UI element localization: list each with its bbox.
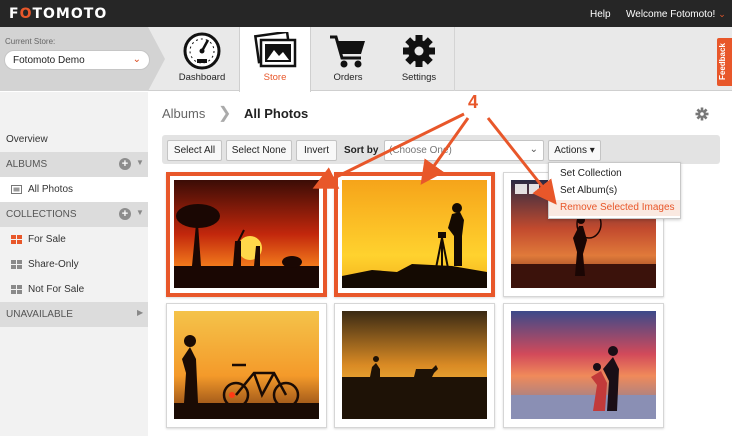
- page-title: All Photos: [244, 106, 309, 121]
- photo-card[interactable]: [503, 303, 664, 428]
- sidebar-item-all-photos[interactable]: All Photos: [0, 177, 148, 202]
- sidebar-section-unavailable[interactable]: UNAVAILABLE ▶: [0, 302, 148, 327]
- album-icon: [11, 185, 22, 194]
- sidebar-item-overview[interactable]: Overview: [0, 127, 148, 152]
- add-collection-icon[interactable]: +: [119, 208, 131, 220]
- sidebar-section-albums[interactable]: ALBUMS + ▼: [0, 152, 148, 177]
- cart-icon: [330, 35, 365, 68]
- gauge-icon: [183, 32, 221, 70]
- photo-card[interactable]: [334, 172, 495, 297]
- actions-button[interactable]: Actions ▾: [548, 140, 601, 161]
- photo-bicycle-sunset: [174, 311, 319, 419]
- sidebar-section-collections[interactable]: COLLECTIONS + ▼: [0, 202, 148, 227]
- chevron-down-icon: ⌄: [718, 9, 726, 19]
- sort-by-select[interactable]: (Choose One) ⌄: [384, 140, 544, 161]
- photo-card[interactable]: [166, 303, 327, 428]
- add-album-icon[interactable]: +: [119, 158, 131, 170]
- menu-item-set-albums[interactable]: Set Album(s): [549, 183, 680, 199]
- gear-icon: [403, 35, 435, 67]
- dropdown-arrow-icon[interactable]: ▼: [136, 158, 144, 167]
- sidebar-item-not-for-sale[interactable]: Not For Sale: [0, 277, 148, 302]
- tab-settings[interactable]: Settings: [386, 27, 452, 91]
- chevron-right-icon: ▶: [137, 308, 144, 317]
- settings-gear-icon[interactable]: [695, 107, 709, 121]
- help-link[interactable]: Help: [590, 9, 611, 20]
- photo-photographer-silhouette: [342, 180, 487, 288]
- photo-safari-sunset: [174, 180, 319, 288]
- chevron-down-icon: ⌄: [529, 144, 538, 155]
- breadcrumb-chevron-icon: ❯: [218, 105, 232, 122]
- photo-card[interactable]: [166, 172, 327, 297]
- invert-button[interactable]: Invert: [296, 140, 337, 161]
- current-store-label: Current Store:: [5, 37, 56, 46]
- actions-menu: Set Collection Set Album(s) Remove Selec…: [548, 162, 681, 219]
- feedback-tab[interactable]: Feedback: [717, 38, 732, 86]
- sidebar-item-share-only[interactable]: Share-Only: [0, 252, 148, 277]
- select-all-button[interactable]: Select All: [167, 140, 222, 161]
- store-select-value: Fotomoto Demo: [13, 55, 85, 66]
- sort-by-label: Sort by: [344, 145, 379, 156]
- fotomoto-logo[interactable]: FOTOMOTO: [9, 6, 107, 22]
- chevron-down-icon: ⌄: [132, 54, 141, 65]
- tab-orders[interactable]: Orders: [316, 27, 380, 91]
- photo-dog-runner: [342, 311, 487, 419]
- for-sale-grid-icon: [11, 235, 22, 244]
- store-select[interactable]: Fotomoto Demo ⌄: [4, 50, 150, 70]
- top-bar: [0, 0, 732, 27]
- nav-separator: [454, 27, 455, 91]
- share-only-grid-icon: [11, 260, 22, 269]
- tab-store[interactable]: Store: [239, 27, 311, 92]
- annotation-step-number: 4: [468, 92, 479, 112]
- photos-icon: [253, 32, 297, 68]
- dropdown-arrow-icon[interactable]: ▼: [136, 208, 144, 217]
- welcome-menu[interactable]: Welcome Fotomoto! ⌄: [626, 9, 726, 20]
- tab-dashboard[interactable]: Dashboard: [170, 27, 234, 91]
- photo-couple-beach: [511, 311, 656, 419]
- sort-by-value: (Choose One): [389, 145, 452, 156]
- sidebar-item-for-sale[interactable]: For Sale: [0, 227, 148, 252]
- menu-item-remove-selected-images[interactable]: Remove Selected Images: [549, 200, 680, 216]
- breadcrumb-albums[interactable]: Albums: [162, 106, 205, 121]
- photo-card[interactable]: [334, 303, 495, 428]
- select-none-button[interactable]: Select None: [226, 140, 292, 161]
- menu-item-set-collection[interactable]: Set Collection: [549, 166, 680, 182]
- not-for-sale-grid-icon: [11, 285, 22, 294]
